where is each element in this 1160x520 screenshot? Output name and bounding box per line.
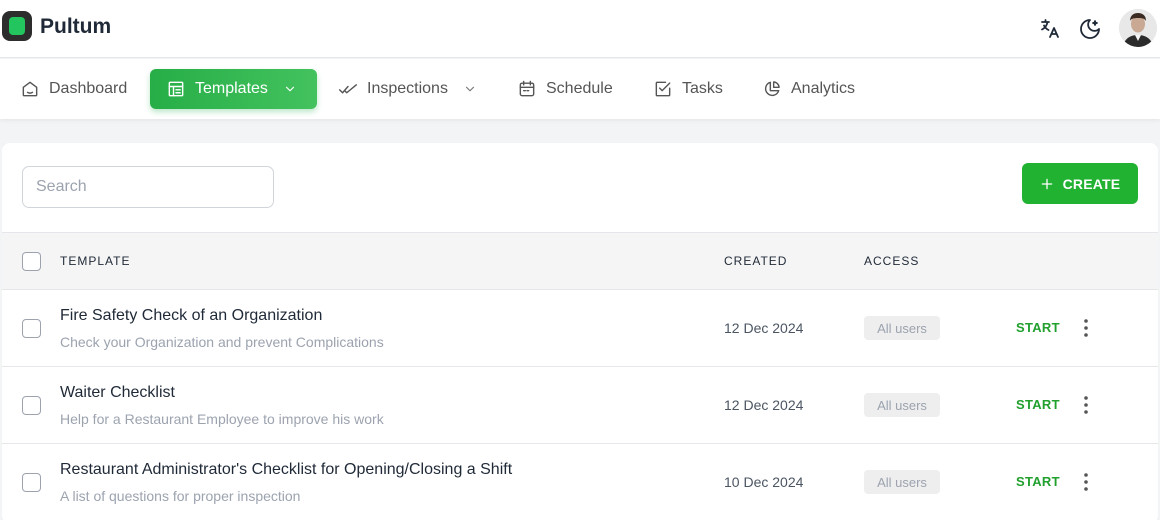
row-checkbox[interactable] (22, 396, 41, 415)
pie-chart-icon (764, 81, 780, 97)
template-description: Check your Organization and prevent Comp… (60, 334, 384, 350)
nav-label: Dashboard (49, 80, 128, 97)
chevron-down-icon (465, 86, 475, 92)
column-header-template[interactable]: TEMPLATE (60, 254, 130, 268)
nav-dashboard[interactable]: Dashboard (20, 69, 127, 109)
app-name: Pultum (40, 15, 112, 38)
created-date: 12 Dec 2024 (724, 397, 804, 413)
access-badge: All users (864, 316, 940, 340)
start-button[interactable]: START (1016, 397, 1060, 412)
calendar-icon (519, 80, 535, 97)
start-button[interactable]: START (1016, 474, 1060, 489)
nav-tasks[interactable]: Tasks (653, 69, 723, 109)
nav-inspections[interactable]: Inspections (338, 69, 477, 109)
select-all-checkbox[interactable] (22, 252, 41, 271)
home-icon (22, 81, 38, 97)
nav-schedule[interactable]: Schedule (517, 69, 613, 109)
double-check-icon (338, 84, 358, 94)
start-button[interactable]: START (1016, 320, 1060, 335)
template-title[interactable]: Fire Safety Check of an Organization (60, 307, 322, 325)
nav-label: Analytics (791, 80, 856, 97)
create-button[interactable]: CREATE (1022, 163, 1138, 204)
layout-icon (168, 81, 184, 97)
more-vertical-icon[interactable] (1076, 393, 1096, 417)
column-header-created[interactable]: CREATED (724, 254, 787, 268)
nav-templates[interactable]: Templates (150, 69, 317, 109)
nav-label: Tasks (682, 80, 723, 97)
avatar[interactable] (1119, 9, 1157, 47)
access-badge: All users (864, 470, 940, 494)
column-header-access[interactable]: ACCESS (864, 254, 919, 268)
search-input[interactable] (22, 166, 274, 208)
table-header: TEMPLATE CREATED ACCESS (2, 232, 1158, 290)
more-vertical-icon[interactable] (1076, 316, 1096, 340)
chevron-down-icon (285, 86, 295, 92)
templates-card: CREATE TEMPLATE CREATED ACCESS Fire Safe… (2, 143, 1158, 520)
template-title[interactable]: Restaurant Administrator's Checklist for… (60, 461, 512, 479)
template-description: Help for a Restaurant Employee to improv… (60, 411, 384, 427)
top-bar: Pultum (0, 0, 1160, 58)
row-checkbox[interactable] (22, 319, 41, 338)
main-nav: Dashboard Templates Inspections Schedule… (0, 59, 1160, 119)
created-date: 10 Dec 2024 (724, 474, 804, 490)
nav-label: Inspections (367, 80, 448, 97)
template-title[interactable]: Waiter Checklist (60, 384, 175, 402)
table-row[interactable]: Fire Safety Check of an Organization Che… (2, 290, 1158, 367)
nav-label: Schedule (546, 80, 613, 97)
row-checkbox[interactable] (22, 473, 41, 492)
plus-icon (1041, 178, 1052, 189)
table-row[interactable]: Restaurant Administrator's Checklist for… (2, 444, 1158, 520)
template-description: A list of questions for proper inspectio… (60, 488, 301, 504)
nav-analytics[interactable]: Analytics (762, 69, 855, 109)
moon-icon[interactable] (1078, 17, 1102, 41)
translate-icon[interactable] (1038, 17, 1062, 41)
checkbox-icon (655, 81, 671, 97)
access-badge: All users (864, 393, 940, 417)
created-date: 12 Dec 2024 (724, 320, 804, 336)
app-logo[interactable] (2, 11, 32, 41)
table-row[interactable]: Waiter Checklist Help for a Restaurant E… (2, 367, 1158, 444)
more-vertical-icon[interactable] (1076, 470, 1096, 494)
create-button-label: CREATE (1062, 175, 1121, 192)
nav-label: Templates (195, 80, 268, 97)
